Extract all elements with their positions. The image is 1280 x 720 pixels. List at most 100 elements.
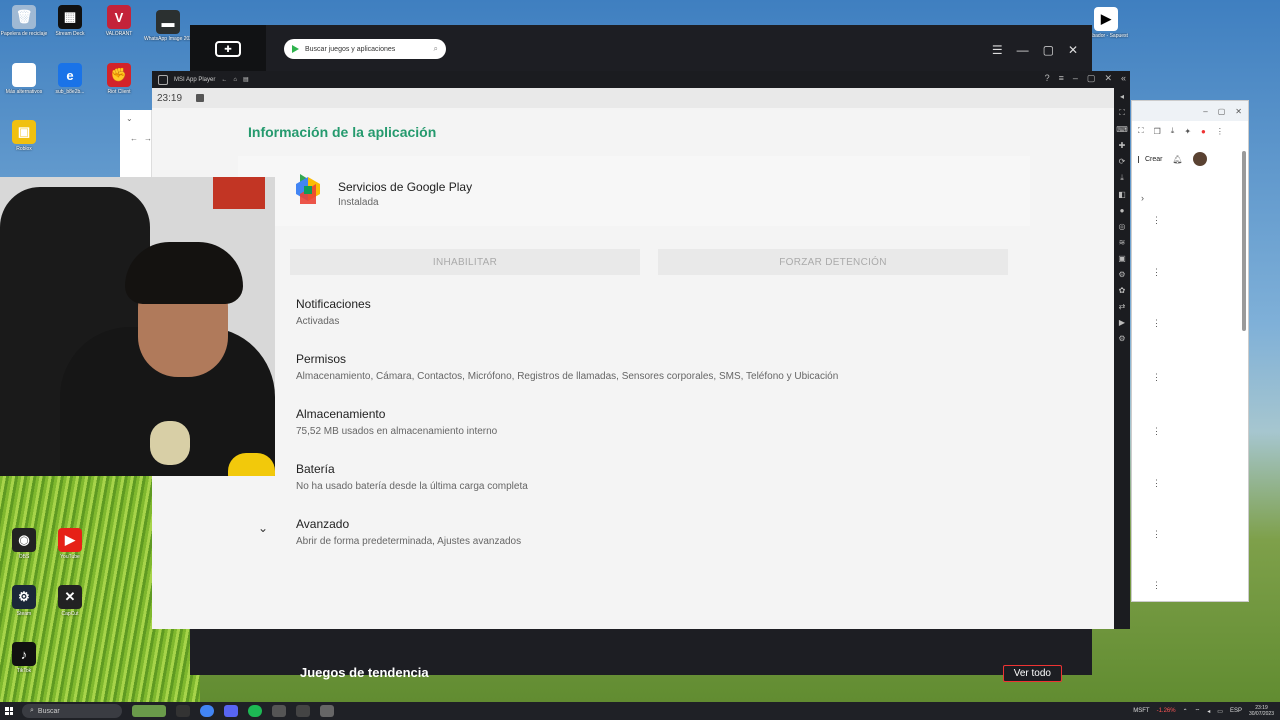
taskbar-app-spotify[interactable] (248, 705, 262, 717)
puzzle-icon[interactable]: ✦ (1184, 127, 1191, 136)
stock-name[interactable]: MSFT (1133, 708, 1149, 714)
desktop-icon[interactable]: e sub_b8e2b... (46, 63, 94, 95)
store-search-input[interactable]: Buscar juegos y aplicaciones ⌕ (284, 39, 446, 59)
taskbar-app-discord[interactable] (224, 705, 238, 717)
desktop-icon-glyph: ⚙ (12, 585, 36, 609)
desktop-icon[interactable]: ♪ TikTok (0, 642, 48, 674)
expand-chevron-icon[interactable]: ⌄ (258, 521, 268, 535)
taskbar-app-msi[interactable] (320, 705, 334, 717)
setting-notifications[interactable]: Notificaciones Activadas (296, 297, 371, 327)
minimize-icon[interactable]: — (1017, 43, 1029, 57)
more-options-icon[interactable]: ⋮ (1152, 215, 1161, 226)
maximize-icon[interactable]: ▢ (1043, 43, 1054, 57)
desktop-icon[interactable]: ✕ CapCut (46, 585, 94, 617)
desktop-icon[interactable]: ◉ OBS (0, 528, 48, 560)
taskbar-app-player[interactable] (296, 705, 310, 717)
setting-storage[interactable]: Almacenamiento 75,52 MB usados en almace… (296, 407, 497, 437)
maximize-icon[interactable]: ▢ (1087, 73, 1096, 84)
bell-icon[interactable]: 🔔︎ (1173, 155, 1183, 164)
menu-icon[interactable]: ☰ (992, 43, 1003, 57)
back-arrow-icon[interactable]: ← (130, 134, 138, 143)
macro-icon[interactable]: ⚙ (1118, 270, 1125, 279)
maximize-icon[interactable]: ▢ (1218, 107, 1226, 116)
eco-mode-icon[interactable]: ✿ (1119, 286, 1126, 295)
shake-icon[interactable]: ≋ (1119, 238, 1126, 247)
network-icon[interactable]: ⌔ (1195, 707, 1201, 715)
language-indicator[interactable]: ESP (1230, 708, 1242, 714)
start-button[interactable] (0, 702, 18, 720)
keyboard-icon[interactable]: ⌨ (1116, 125, 1128, 134)
desktop-icon[interactable]: ▣ Roblox (0, 120, 48, 152)
more-options-icon[interactable]: ⋮ (1152, 426, 1161, 437)
gamepad-icon[interactable]: ✚ (1119, 141, 1126, 150)
taskbar-app-obs[interactable] (176, 705, 190, 717)
desktop-icon[interactable]: ✊ Riot Client (95, 63, 143, 95)
desktop-icon[interactable]: ▬ WhatsApp Image 2023... (144, 10, 192, 42)
desktop-icon[interactable]: ▦ Stream Deck (46, 5, 94, 37)
more-options-icon[interactable]: ⋮ (1152, 478, 1161, 489)
desktop-icon-label: Papelera de reciclaje (0, 31, 48, 37)
search-icon[interactable]: ⌕ (434, 44, 438, 54)
setting-advanced[interactable]: Avanzado Abrir de forma predeterminada, … (296, 517, 521, 547)
desktop-icon[interactable]: V VALORANT (95, 5, 143, 37)
record-icon[interactable]: ● (1120, 206, 1125, 215)
multi-instance-icon[interactable]: ▣ (1118, 254, 1126, 263)
taskbar-widget[interactable] (132, 705, 166, 717)
desktop-icon-glyph: ✊ (107, 63, 131, 87)
close-icon[interactable]: ✕ (1235, 107, 1242, 116)
avatar[interactable] (1192, 152, 1207, 166)
menu-icon[interactable]: ≡ (1059, 73, 1064, 84)
install-apk-icon[interactable]: ⤓ (1120, 173, 1124, 183)
setting-summary: Abrir de forma predeterminada, Ajustes a… (296, 536, 522, 547)
close-icon[interactable]: ✕ (1104, 73, 1112, 84)
volume-icon[interactable]: ◂ (1207, 708, 1210, 715)
disable-button[interactable]: INHABILITAR (290, 249, 640, 275)
more-options-icon[interactable]: ⋮ (1152, 529, 1161, 540)
more-options-icon[interactable]: ⋮ (1152, 267, 1161, 278)
chrome-window: – ▢ ✕ ⛶ ❒ ⤓ ✦ ● ⋮ Crear 🔔︎ › ⋮ ⋮ ⋮ ⋮ ⋮ ⋮… (1131, 100, 1249, 602)
settings-icon[interactable]: ⚙ (1118, 334, 1125, 343)
sync-icon[interactable]: ⇄ (1119, 302, 1126, 311)
taskbar-clock[interactable]: 23:19 30/07/2023 (1249, 705, 1274, 717)
fullscreen-icon[interactable]: ⛶ (1138, 126, 1144, 136)
chevron-down-icon[interactable]: ⌄ (126, 114, 133, 123)
chrome-scrollbar[interactable] (1242, 151, 1246, 331)
force-stop-button[interactable]: FORZAR DETENCIÓN (658, 249, 1008, 275)
download-icon[interactable]: ⤓ (1171, 126, 1175, 136)
tray-chevron-icon[interactable]: ⌃ (1183, 708, 1188, 715)
profile-icon[interactable]: ● (1201, 127, 1206, 136)
more-options-icon[interactable]: ⋮ (1152, 580, 1161, 591)
taskbar-app-capcut[interactable] (272, 705, 286, 717)
taskbar-search[interactable]: ⌕ Buscar (22, 704, 122, 718)
more-options-icon[interactable]: ⋮ (1152, 372, 1161, 383)
battery-icon[interactable]: ▭ (1217, 708, 1223, 715)
setting-permissions[interactable]: Permisos Almacenamiento, Cámara, Contact… (296, 352, 838, 382)
extension-icon[interactable]: ❒ (1154, 127, 1161, 136)
desktop-icon[interactable]: ⚙ Steam (0, 585, 48, 617)
collapse-sidebar-icon[interactable]: « (1121, 73, 1126, 84)
desktop-icon[interactable]: 🗑 Papelera de reciclaje (0, 5, 48, 37)
minimize-icon[interactable]: – (1073, 73, 1078, 84)
see-all-button[interactable]: Ver todo (1002, 665, 1062, 682)
chevron-right-icon[interactable]: › (1141, 193, 1144, 203)
help-icon[interactable]: ? (1045, 73, 1050, 84)
location-icon[interactable]: ◎ (1119, 222, 1126, 231)
desktop-icon[interactable]: ◎ Más alternativos (0, 63, 48, 95)
recent-apps-icon[interactable]: ▤ (243, 76, 249, 83)
home-icon[interactable]: ⌂ (233, 77, 237, 83)
minimize-icon[interactable]: – (1203, 107, 1207, 116)
setting-battery[interactable]: Batería No ha usado batería desde la últ… (296, 462, 528, 492)
back-icon[interactable]: ← (221, 77, 227, 83)
desktop-icon[interactable]: ▶ YouTube (46, 528, 94, 560)
fullscreen-icon[interactable]: ⛶ (1119, 108, 1125, 118)
media-icon[interactable]: ▶ (1119, 318, 1125, 327)
volume-icon[interactable]: ◂ (1120, 92, 1124, 101)
taskbar-app-chrome[interactable] (200, 705, 214, 717)
more-icon[interactable]: ⋮ (1216, 127, 1224, 136)
screenshot-icon[interactable]: ◧ (1118, 190, 1126, 199)
rotate-icon[interactable]: ⟳ (1119, 157, 1126, 166)
close-icon[interactable]: ✕ (1068, 43, 1078, 57)
create-button[interactable]: Crear (1138, 155, 1163, 163)
more-options-icon[interactable]: ⋮ (1152, 318, 1161, 329)
forward-arrow-icon[interactable]: → (144, 134, 152, 143)
